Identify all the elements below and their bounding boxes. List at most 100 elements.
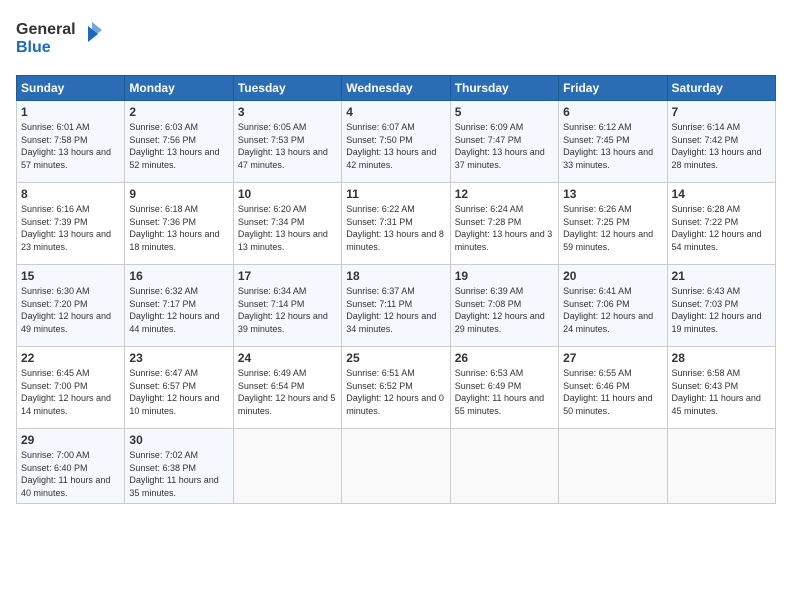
calendar-cell: 27 Sunrise: 6:55 AMSunset: 6:46 PMDaylig… [559,347,667,429]
day-number: 26 [455,351,554,365]
day-header-thursday: Thursday [450,76,558,101]
day-info: Sunrise: 6:12 AMSunset: 7:45 PMDaylight:… [563,122,653,170]
day-info: Sunrise: 6:51 AMSunset: 6:52 PMDaylight:… [346,368,444,416]
calendar-cell: 15 Sunrise: 6:30 AMSunset: 7:20 PMDaylig… [17,265,125,347]
day-info: Sunrise: 6:47 AMSunset: 6:57 PMDaylight:… [129,368,219,416]
calendar-row-1: 1 Sunrise: 6:01 AMSunset: 7:58 PMDayligh… [17,101,776,183]
calendar-cell: 3 Sunrise: 6:05 AMSunset: 7:53 PMDayligh… [233,101,341,183]
day-number: 15 [21,269,120,283]
day-number: 5 [455,105,554,119]
logo: General Blue [16,16,106,63]
calendar-cell: 10 Sunrise: 6:20 AMSunset: 7:34 PMDaylig… [233,183,341,265]
day-header-wednesday: Wednesday [342,76,450,101]
header: General Blue [16,16,776,63]
day-info: Sunrise: 6:03 AMSunset: 7:56 PMDaylight:… [129,122,219,170]
calendar-cell: 8 Sunrise: 6:16 AMSunset: 7:39 PMDayligh… [17,183,125,265]
day-number: 16 [129,269,228,283]
day-number: 24 [238,351,337,365]
calendar-cell: 22 Sunrise: 6:45 AMSunset: 7:00 PMDaylig… [17,347,125,429]
day-number: 13 [563,187,662,201]
calendar-cell: 30 Sunrise: 7:02 AMSunset: 6:38 PMDaylig… [125,429,233,504]
calendar-cell: 26 Sunrise: 6:53 AMSunset: 6:49 PMDaylig… [450,347,558,429]
day-number: 17 [238,269,337,283]
day-info: Sunrise: 6:20 AMSunset: 7:34 PMDaylight:… [238,204,328,252]
calendar-cell [342,429,450,504]
day-info: Sunrise: 7:00 AMSunset: 6:40 PMDaylight:… [21,450,110,498]
day-number: 6 [563,105,662,119]
calendar-cell: 1 Sunrise: 6:01 AMSunset: 7:58 PMDayligh… [17,101,125,183]
day-info: Sunrise: 6:18 AMSunset: 7:36 PMDaylight:… [129,204,219,252]
calendar-cell: 13 Sunrise: 6:26 AMSunset: 7:25 PMDaylig… [559,183,667,265]
calendar-cell: 11 Sunrise: 6:22 AMSunset: 7:31 PMDaylig… [342,183,450,265]
header-row: SundayMondayTuesdayWednesdayThursdayFrid… [17,76,776,101]
calendar-cell: 18 Sunrise: 6:37 AMSunset: 7:11 PMDaylig… [342,265,450,347]
day-number: 25 [346,351,445,365]
calendar-cell: 14 Sunrise: 6:28 AMSunset: 7:22 PMDaylig… [667,183,775,265]
day-header-sunday: Sunday [17,76,125,101]
calendar-cell: 19 Sunrise: 6:39 AMSunset: 7:08 PMDaylig… [450,265,558,347]
day-number: 20 [563,269,662,283]
day-number: 14 [672,187,771,201]
calendar-cell: 16 Sunrise: 6:32 AMSunset: 7:17 PMDaylig… [125,265,233,347]
day-header-saturday: Saturday [667,76,775,101]
day-info: Sunrise: 6:37 AMSunset: 7:11 PMDaylight:… [346,286,436,334]
day-info: Sunrise: 6:39 AMSunset: 7:08 PMDaylight:… [455,286,545,334]
calendar-cell: 9 Sunrise: 6:18 AMSunset: 7:36 PMDayligh… [125,183,233,265]
day-info: Sunrise: 6:07 AMSunset: 7:50 PMDaylight:… [346,122,436,170]
day-info: Sunrise: 6:01 AMSunset: 7:58 PMDaylight:… [21,122,111,170]
day-info: Sunrise: 6:49 AMSunset: 6:54 PMDaylight:… [238,368,336,416]
day-number: 9 [129,187,228,201]
calendar-cell: 4 Sunrise: 6:07 AMSunset: 7:50 PMDayligh… [342,101,450,183]
day-number: 21 [672,269,771,283]
day-number: 11 [346,187,445,201]
day-info: Sunrise: 6:28 AMSunset: 7:22 PMDaylight:… [672,204,762,252]
calendar-row-4: 22 Sunrise: 6:45 AMSunset: 7:00 PMDaylig… [17,347,776,429]
day-info: Sunrise: 6:30 AMSunset: 7:20 PMDaylight:… [21,286,111,334]
calendar-row-5: 29 Sunrise: 7:00 AMSunset: 6:40 PMDaylig… [17,429,776,504]
day-number: 30 [129,433,228,447]
day-info: Sunrise: 6:45 AMSunset: 7:00 PMDaylight:… [21,368,111,416]
day-number: 28 [672,351,771,365]
day-info: Sunrise: 6:05 AMSunset: 7:53 PMDaylight:… [238,122,328,170]
calendar-cell: 25 Sunrise: 6:51 AMSunset: 6:52 PMDaylig… [342,347,450,429]
calendar-cell: 7 Sunrise: 6:14 AMSunset: 7:42 PMDayligh… [667,101,775,183]
day-info: Sunrise: 6:09 AMSunset: 7:47 PMDaylight:… [455,122,545,170]
day-number: 18 [346,269,445,283]
calendar-cell: 29 Sunrise: 7:00 AMSunset: 6:40 PMDaylig… [17,429,125,504]
day-number: 29 [21,433,120,447]
day-number: 3 [238,105,337,119]
day-number: 7 [672,105,771,119]
day-number: 4 [346,105,445,119]
day-info: Sunrise: 6:14 AMSunset: 7:42 PMDaylight:… [672,122,762,170]
calendar-cell: 6 Sunrise: 6:12 AMSunset: 7:45 PMDayligh… [559,101,667,183]
day-number: 12 [455,187,554,201]
calendar-cell: 17 Sunrise: 6:34 AMSunset: 7:14 PMDaylig… [233,265,341,347]
day-info: Sunrise: 6:53 AMSunset: 6:49 PMDaylight:… [455,368,544,416]
calendar-cell: 20 Sunrise: 6:41 AMSunset: 7:06 PMDaylig… [559,265,667,347]
day-info: Sunrise: 6:41 AMSunset: 7:06 PMDaylight:… [563,286,653,334]
page-container: General Blue SundayMondayTuesdayWednesda… [0,0,792,512]
calendar-cell: 23 Sunrise: 6:47 AMSunset: 6:57 PMDaylig… [125,347,233,429]
day-header-tuesday: Tuesday [233,76,341,101]
logo-text: General Blue [16,16,106,63]
day-info: Sunrise: 6:26 AMSunset: 7:25 PMDaylight:… [563,204,653,252]
svg-text:Blue: Blue [16,39,51,56]
day-info: Sunrise: 6:32 AMSunset: 7:17 PMDaylight:… [129,286,219,334]
calendar-cell: 28 Sunrise: 6:58 AMSunset: 6:43 PMDaylig… [667,347,775,429]
calendar-cell: 5 Sunrise: 6:09 AMSunset: 7:47 PMDayligh… [450,101,558,183]
calendar-cell: 12 Sunrise: 6:24 AMSunset: 7:28 PMDaylig… [450,183,558,265]
calendar-cell [559,429,667,504]
day-info: Sunrise: 7:02 AMSunset: 6:38 PMDaylight:… [129,450,218,498]
day-number: 27 [563,351,662,365]
day-info: Sunrise: 6:16 AMSunset: 7:39 PMDaylight:… [21,204,111,252]
day-info: Sunrise: 6:34 AMSunset: 7:14 PMDaylight:… [238,286,328,334]
calendar-cell [450,429,558,504]
day-number: 8 [21,187,120,201]
calendar-cell [233,429,341,504]
day-info: Sunrise: 6:22 AMSunset: 7:31 PMDaylight:… [346,204,444,252]
day-number: 19 [455,269,554,283]
calendar-cell [667,429,775,504]
calendar-row-3: 15 Sunrise: 6:30 AMSunset: 7:20 PMDaylig… [17,265,776,347]
day-header-monday: Monday [125,76,233,101]
day-number: 10 [238,187,337,201]
